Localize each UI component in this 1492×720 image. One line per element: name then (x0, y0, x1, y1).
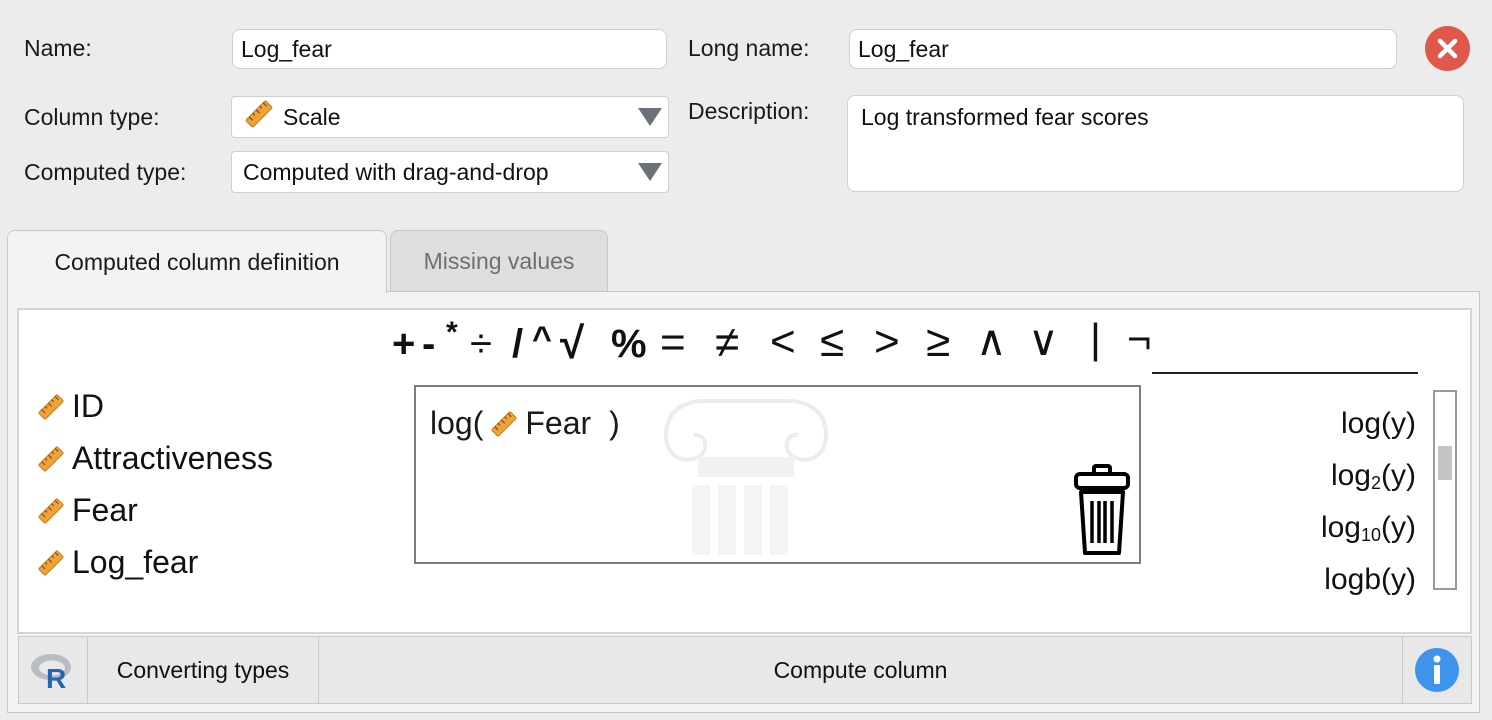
operator-percent[interactable]: % (611, 324, 647, 364)
function-name: log (1320, 511, 1361, 544)
r-code-button[interactable]: R (18, 636, 88, 704)
description-textarea[interactable]: Log transformed fear scores (847, 95, 1464, 192)
computed-type-select[interactable]: Computed with drag-and-drop (231, 151, 669, 193)
function-item-log[interactable]: log(y) (1341, 407, 1416, 441)
column-item-fear[interactable]: Fear (36, 492, 138, 529)
function-list-scrollbar[interactable] (1433, 390, 1457, 590)
operator-power[interactable]: ^ (532, 322, 552, 356)
function-name: logb (1324, 563, 1382, 596)
name-input-value: Log_fear (241, 35, 332, 62)
operator-divide[interactable]: ÷ (470, 324, 492, 364)
r-logo-icon: R (31, 654, 71, 690)
function-item-log2[interactable]: log2(y) (1331, 459, 1416, 494)
tab-label: Computed column definition (54, 248, 340, 275)
info-icon (1415, 648, 1459, 692)
function-args: (y) (1381, 459, 1416, 492)
ruler-icon (38, 498, 64, 523)
long-name-input-value: Log_fear (858, 35, 949, 62)
ruler-icon (38, 394, 64, 419)
ruler-icon (38, 446, 64, 471)
operator-multiply[interactable]: * (446, 318, 458, 348)
formula-expression[interactable]: log( Fear ) (430, 405, 620, 442)
operator-or[interactable]: ∨ (1028, 320, 1059, 362)
operator-not-equal[interactable]: ≠ (715, 321, 739, 365)
operator-and[interactable]: ∧ (976, 320, 1007, 362)
function-subscript: 2 (1371, 473, 1382, 493)
function-args: (y) (1381, 563, 1416, 596)
ruler-icon (38, 550, 64, 575)
description-value: Log transformed fear scores (861, 104, 1149, 130)
function-args: (y) (1381, 511, 1416, 544)
column-item-label: Fear (72, 492, 138, 528)
operator-less[interactable]: < (770, 320, 796, 364)
column-item-label: Log_fear (72, 544, 199, 580)
function-subscript: 10 (1360, 525, 1382, 545)
formula-function: log( (430, 405, 484, 441)
computed-type-value: Computed with drag-and-drop (243, 158, 549, 185)
description-label: Description: (688, 98, 810, 124)
compute-column-button[interactable]: Compute column (318, 636, 1403, 704)
scrollbar-thumb[interactable] (1438, 446, 1452, 480)
ruler-icon (491, 411, 517, 436)
column-item-attractiveness[interactable]: Attractiveness (36, 440, 273, 477)
functions-divider (1152, 372, 1418, 374)
compute-column-label: Compute column (773, 656, 948, 683)
name-label: Name: (24, 35, 92, 61)
trash-icon[interactable] (1072, 463, 1132, 559)
chevron-down-icon (638, 163, 662, 181)
close-icon[interactable] (1425, 26, 1470, 71)
svg-text:R: R (46, 663, 66, 690)
column-item-label: Attractiveness (72, 440, 273, 476)
function-item-logb[interactable]: logb(y) (1324, 563, 1416, 597)
info-button[interactable] (1402, 636, 1472, 704)
long-name-input[interactable]: Log_fear (849, 29, 1397, 69)
column-item-log-fear[interactable]: Log_fear (36, 544, 198, 581)
operator-not[interactable]: ¬ (1127, 318, 1152, 360)
operator-plus[interactable]: + (392, 324, 415, 364)
formula-drop-area[interactable]: log( Fear ) (414, 385, 1141, 564)
tab-label: Missing values (423, 247, 575, 274)
function-name: log (1340, 407, 1382, 440)
tab-computed-column-definition[interactable]: Computed column definition (7, 230, 387, 293)
ionic-column-watermark-icon (663, 399, 829, 555)
function-args: (y) (1381, 407, 1416, 440)
operator-pipe[interactable]: | (1090, 318, 1101, 360)
operator-equal[interactable]: = (660, 321, 686, 365)
column-type-value: Scale (283, 103, 341, 130)
long-name-label: Long name: (688, 35, 810, 61)
column-type-label: Column type: (24, 104, 160, 130)
operator-slash[interactable]: / (512, 324, 523, 364)
tab-missing-values[interactable]: Missing values (390, 230, 608, 291)
computed-type-label: Computed type: (24, 159, 187, 185)
operator-minus[interactable]: - (422, 324, 435, 364)
operator-less-equal[interactable]: ≤ (820, 320, 844, 364)
column-item-id[interactable]: ID (36, 388, 104, 425)
ruler-icon (243, 98, 275, 136)
function-item-log10[interactable]: log10(y) (1321, 511, 1416, 546)
operator-sqrt[interactable]: √ (560, 322, 584, 366)
formula-argument: Fear (525, 405, 592, 441)
operator-greater-equal[interactable]: ≥ (926, 320, 950, 364)
function-name: log (1330, 459, 1371, 492)
name-input[interactable]: Log_fear (232, 29, 667, 69)
column-item-label: ID (72, 388, 104, 424)
function-list: log(y) log2(y) log10(y) logb(y) (1160, 385, 1416, 610)
converting-types-button[interactable]: Converting types (87, 636, 319, 704)
column-type-select[interactable]: Scale (231, 96, 669, 138)
converting-types-label: Converting types (116, 656, 290, 683)
operator-greater[interactable]: > (874, 320, 900, 364)
formula-close-paren: ) (609, 405, 620, 441)
chevron-down-icon (638, 108, 662, 126)
